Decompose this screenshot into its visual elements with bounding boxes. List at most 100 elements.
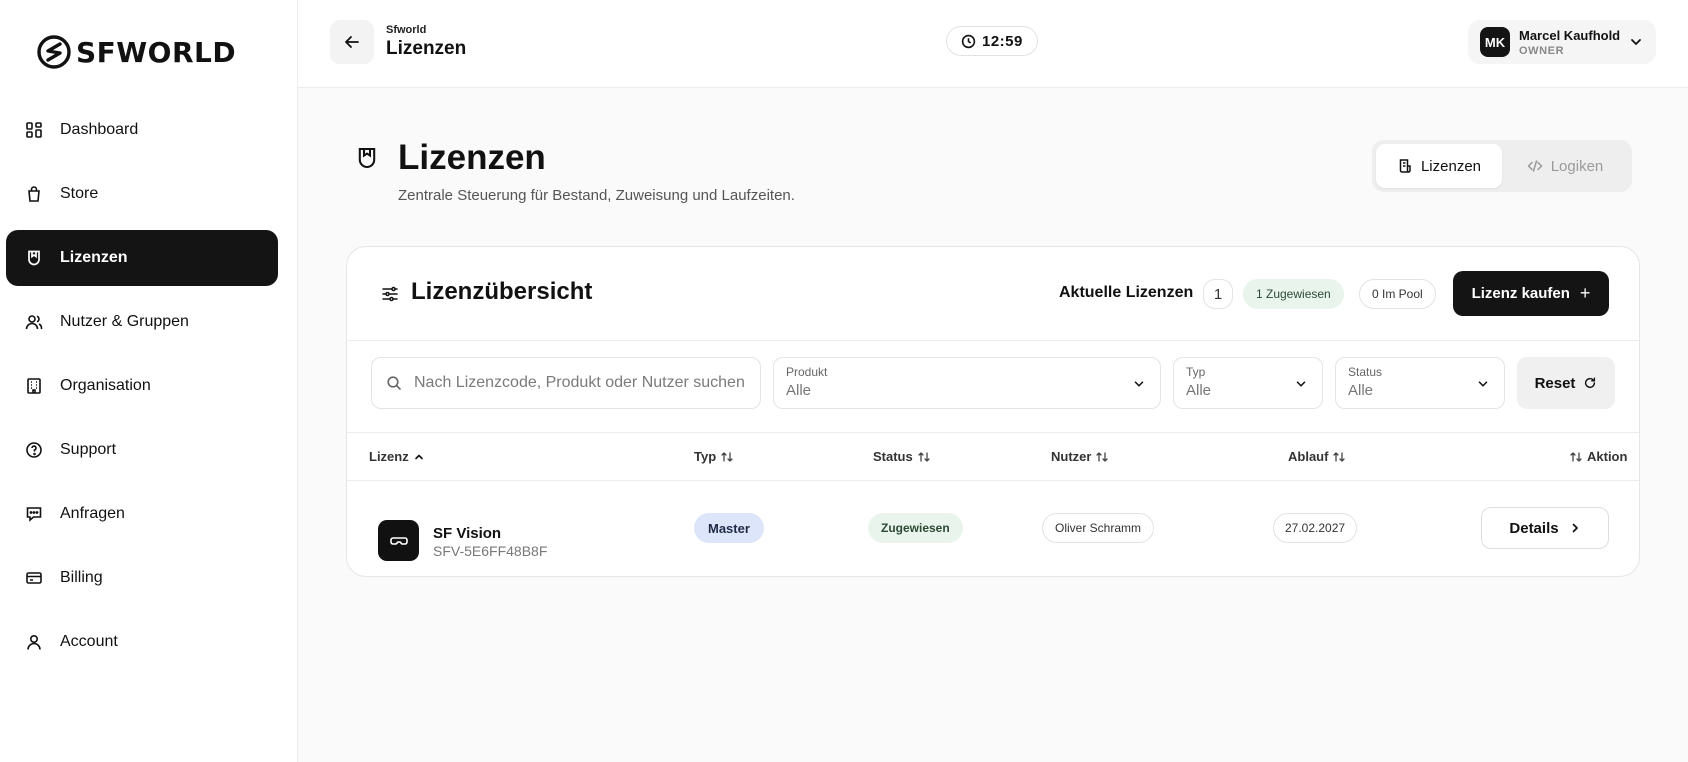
- back-button[interactable]: [330, 20, 374, 64]
- sidebar-item-label: Support: [60, 441, 117, 458]
- tab-label: Lizenzen: [1420, 157, 1482, 175]
- column-action[interactable]: Aktion: [1569, 449, 1627, 464]
- select-label: Produkt: [786, 365, 828, 379]
- header-titles: Sfworld Lizenzen: [386, 24, 466, 60]
- details-label: Details: [1509, 519, 1559, 537]
- column-user[interactable]: Nutzer: [1051, 449, 1109, 464]
- card-icon: [24, 568, 44, 588]
- user-badge: Oliver Schramm: [1042, 513, 1155, 543]
- reset-button[interactable]: Reset: [1517, 357, 1615, 409]
- user-menu[interactable]: MK Marcel Kaufhold OWNER: [1468, 20, 1656, 64]
- sort-icon: [721, 451, 733, 462]
- card-header: Lizenzübersicht Aktuelle Lizenzen 1 1 Zu…: [347, 247, 1639, 341]
- sidebar-item-organisation[interactable]: Organisation: [6, 358, 278, 414]
- sidebar-item-label: Lizenzen: [60, 249, 128, 266]
- view-switcher: Lizenzen Logiken: [1372, 140, 1632, 192]
- search-input[interactable]: [414, 374, 749, 392]
- logo[interactable]: SFWORLD: [36, 34, 236, 70]
- sidebar-nav: Dashboard Store Lizenzen Nutzer & Gruppe…: [6, 102, 278, 678]
- plus-icon: +: [1579, 283, 1591, 303]
- column-label: Typ: [694, 449, 717, 464]
- chevron-down-icon: [1134, 381, 1144, 387]
- users-icon: [24, 312, 44, 332]
- shield-icon: [358, 147, 376, 169]
- license-overview-card: Lizenzübersicht Aktuelle Lizenzen 1 1 Zu…: [346, 246, 1640, 577]
- user-name: Marcel Kaufhold: [1519, 27, 1621, 43]
- tab-lizenzen[interactable]: Lizenzen: [1376, 144, 1502, 188]
- user-icon: [24, 632, 44, 652]
- clock-badge: 12:59: [946, 26, 1038, 56]
- logo-text: SFWORLD: [76, 35, 237, 69]
- sort-icon: [1570, 451, 1582, 462]
- sidebar-item-label: Account: [60, 633, 118, 650]
- column-label: Lizenz: [369, 449, 409, 464]
- sidebar-item-account[interactable]: Account: [6, 614, 278, 670]
- refresh-icon: [1585, 377, 1596, 389]
- table-row[interactable]: [347, 481, 1639, 576]
- header-app-name: Sfworld: [386, 24, 427, 36]
- sort-icon: [918, 451, 930, 462]
- clock-time: 12:59: [982, 32, 1023, 50]
- sidebar-item-support[interactable]: Support: [6, 422, 278, 478]
- buy-license-button[interactable]: Lizenz kaufen +: [1453, 271, 1609, 316]
- sidebar-item-anfragen[interactable]: Anfragen: [6, 486, 278, 542]
- expiry-badge: 27.02.2027: [1273, 513, 1358, 543]
- user-info: Marcel Kaufhold OWNER: [1519, 28, 1620, 57]
- select-value: Alle: [1186, 382, 1212, 399]
- page-subtitle: Zentrale Steuerung für Bestand, Zuweisun…: [398, 187, 795, 204]
- column-expiry[interactable]: Ablauf: [1288, 449, 1346, 464]
- sidebar-item-label: Nutzer & Gruppen: [60, 313, 189, 330]
- chevron-down-icon: [1631, 39, 1641, 45]
- sort-icon: [1096, 451, 1109, 462]
- select-value: Alle: [786, 382, 812, 399]
- select-label: Typ: [1186, 365, 1206, 379]
- buy-license-label: Lizenz kaufen: [1471, 285, 1570, 302]
- type-select[interactable]: Typ Alle: [1173, 357, 1323, 409]
- product-icon: [378, 520, 419, 561]
- column-label: Ablauf: [1288, 449, 1329, 464]
- dashboard-icon: [24, 120, 44, 140]
- sidebar-item-lizenzen[interactable]: Lizenzen: [6, 230, 278, 286]
- column-type[interactable]: Typ: [694, 449, 734, 464]
- sort-asc-icon: [414, 454, 423, 459]
- sidebar-item-label: Billing: [60, 569, 103, 586]
- sliders-icon: [382, 286, 398, 302]
- license-code: SFV-5E6FF48B8F: [433, 543, 548, 559]
- column-license[interactable]: Lizenz: [369, 449, 425, 464]
- search-field[interactable]: [371, 357, 761, 409]
- user-role: OWNER: [1519, 44, 1565, 57]
- filter-bar: Produkt Alle Typ Alle Status Alle Reset: [347, 341, 1639, 433]
- chevron-down-icon: [1478, 381, 1488, 387]
- building-icon: [24, 376, 44, 396]
- vr-headset-icon: [389, 536, 408, 545]
- assigned-pill: 1 Zugewiesen: [1243, 279, 1344, 309]
- page-title: Lizenzen: [398, 138, 546, 177]
- help-icon: [24, 440, 44, 460]
- sidebar-item-dashboard[interactable]: Dashboard: [6, 102, 278, 158]
- status-select[interactable]: Status Alle: [1335, 357, 1505, 409]
- top-header: Sfworld Lizenzen 12:59 MK Marcel Kaufhol…: [298, 0, 1688, 88]
- status-badge: Zugewiesen: [868, 513, 963, 543]
- chevron-right-icon: [1572, 523, 1578, 533]
- clock-icon: [961, 34, 976, 48]
- select-label: Status: [1348, 365, 1383, 379]
- sidebar-item-label: Store: [60, 185, 99, 202]
- shield-icon: [24, 248, 44, 268]
- sidebar-item-billing[interactable]: Billing: [6, 550, 278, 606]
- sidebar-item-nutzer-gruppen[interactable]: Nutzer & Gruppen: [6, 294, 278, 350]
- product-select[interactable]: Produkt Alle: [773, 357, 1161, 409]
- reset-label: Reset: [1534, 374, 1576, 392]
- sfworld-logo-icon: [37, 35, 71, 69]
- current-licenses-count: 1: [1203, 279, 1233, 309]
- column-label: Nutzer: [1051, 449, 1092, 464]
- tab-label: Logiken: [1550, 157, 1604, 175]
- tab-logiken[interactable]: Logiken: [1502, 144, 1628, 188]
- code-icon: [1527, 160, 1542, 172]
- avatar: MK: [1480, 27, 1510, 57]
- column-status[interactable]: Status: [873, 449, 931, 464]
- type-badge: Master: [694, 513, 764, 543]
- sidebar-item-store[interactable]: Store: [6, 166, 278, 222]
- bag-icon: [24, 184, 44, 204]
- details-button[interactable]: Details: [1481, 507, 1609, 549]
- sidebar-item-label: Organisation: [60, 377, 151, 394]
